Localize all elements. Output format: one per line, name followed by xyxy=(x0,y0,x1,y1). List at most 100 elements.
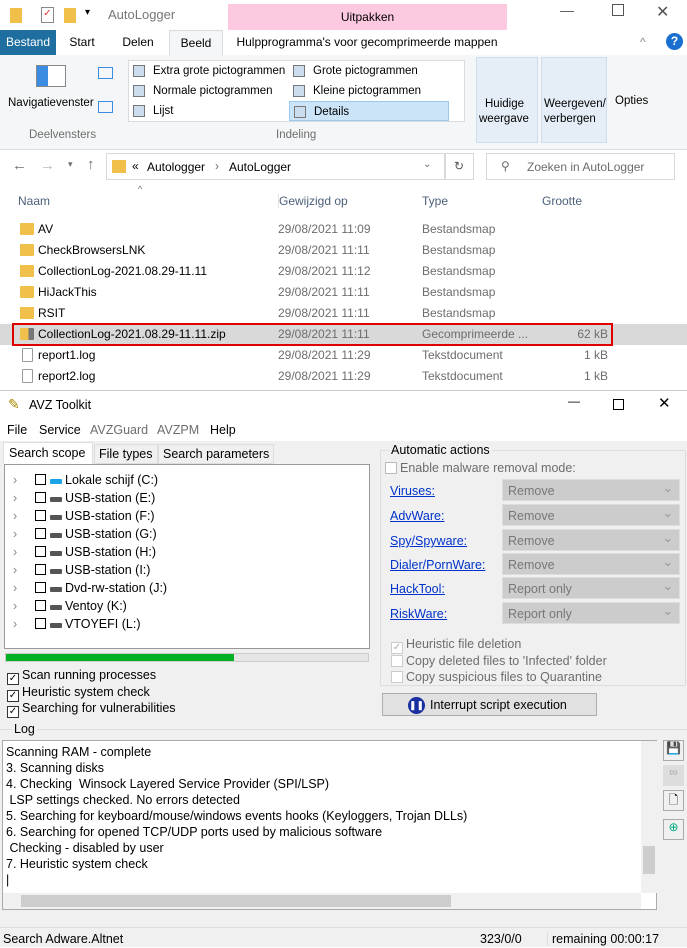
action-link[interactable]: HackTool: xyxy=(390,582,445,596)
action-option-checkbox[interactable]: Copy deleted files to 'Infected' folder xyxy=(391,654,607,671)
action-select[interactable]: Report only xyxy=(502,575,680,599)
drive-tree-item[interactable]: › USB-station (H:) xyxy=(5,543,369,561)
drive-tree-item[interactable]: › Ventoy (K:) xyxy=(5,597,369,615)
option-checkbox[interactable]: ✓ Scan running processes xyxy=(7,668,176,685)
column-gewijzigd[interactable]: Gewijzigd op xyxy=(278,194,348,208)
menu-file[interactable]: File xyxy=(7,423,27,437)
drive-tree-item[interactable]: › Dvd-rw-station (J:) xyxy=(5,579,369,597)
breadcrumb-autologger-parent[interactable]: Autologger xyxy=(147,160,205,174)
menu-help[interactable]: Help xyxy=(210,423,236,437)
action-select[interactable]: Remove xyxy=(502,551,680,575)
option-checkbox[interactable]: ✓ Heuristic system check xyxy=(7,685,176,702)
action-link[interactable]: Viruses: xyxy=(390,484,435,498)
breadcrumb-autologger[interactable]: AutoLogger xyxy=(229,160,291,174)
new-document-icon[interactable]: 🗋 xyxy=(663,790,684,811)
up-button[interactable]: ↑ xyxy=(87,156,95,173)
action-option-checkbox[interactable]: ✓ Heuristic file deletion xyxy=(391,637,607,654)
expand-chevron-icon[interactable]: › xyxy=(13,489,17,507)
tab-bestand[interactable]: Bestand xyxy=(0,30,56,55)
tab-search-parameters[interactable]: Search parameters xyxy=(158,444,275,464)
preview-pane-icon[interactable] xyxy=(98,67,113,79)
drive-tree-item[interactable]: › USB-station (I:) xyxy=(5,561,369,579)
log-vscrollbar[interactable] xyxy=(641,741,657,893)
new-folder-icon[interactable] xyxy=(64,8,76,23)
tab-hulpprogrammas[interactable]: Hulpprogramma's voor gecomprimeerde mapp… xyxy=(232,30,502,55)
address-bar[interactable]: « Autologger › AutoLogger ⌄ xyxy=(106,153,446,180)
details-pane-icon[interactable] xyxy=(98,101,113,113)
file-row[interactable]: HiJackThis 29/08/2021 11:11 Bestandsmap xyxy=(0,282,687,303)
drive-checkbox[interactable] xyxy=(35,546,46,557)
collapse-ribbon-icon[interactable]: ^ xyxy=(640,35,646,49)
close-button[interactable]: ✕ xyxy=(656,2,669,22)
expand-chevron-icon[interactable]: › xyxy=(13,597,17,615)
column-type[interactable]: Type xyxy=(422,194,448,208)
drive-checkbox[interactable] xyxy=(35,582,46,593)
menu-service[interactable]: Service xyxy=(39,423,81,437)
action-link[interactable]: AdvWare: xyxy=(390,509,444,523)
action-select[interactable]: Remove xyxy=(502,477,680,501)
minimize-button[interactable]: — xyxy=(560,2,574,18)
action-select[interactable]: Remove xyxy=(502,527,680,551)
expand-chevron-icon[interactable]: › xyxy=(13,579,17,597)
menu-avzguard[interactable]: AVZGuard xyxy=(90,423,148,437)
forward-button[interactable]: → xyxy=(40,157,55,174)
drive-checkbox[interactable] xyxy=(35,510,46,521)
drive-tree-item[interactable]: › USB-station (F:) xyxy=(5,507,369,525)
avz-minimize-button[interactable]: — xyxy=(568,394,580,408)
drive-tree-item[interactable]: › Lokale schijf (C:) xyxy=(5,471,369,489)
drive-checkbox[interactable] xyxy=(35,618,46,629)
expand-chevron-icon[interactable]: › xyxy=(13,471,17,489)
expand-chevron-icon[interactable]: › xyxy=(13,543,17,561)
option-checkbox[interactable]: ✓ Searching for vulnerabilities xyxy=(7,701,176,718)
search-input[interactable]: ⚲ Zoeken in AutoLogger xyxy=(486,153,675,180)
file-row[interactable]: AV 29/08/2021 11:09 Bestandsmap xyxy=(0,219,687,240)
back-button[interactable]: ← xyxy=(12,157,27,174)
layout-extra-large[interactable]: Extra grote pictogrammen xyxy=(129,61,285,81)
layout-details[interactable]: Details xyxy=(289,101,449,121)
drive-checkbox[interactable] xyxy=(35,528,46,539)
file-row[interactable]: CheckBrowsersLNK 29/08/2021 11:11 Bestan… xyxy=(0,240,687,261)
action-link[interactable]: RiskWare: xyxy=(390,607,447,621)
current-view-button[interactable]: Huidige weergave xyxy=(476,57,538,143)
file-row[interactable]: report1.log 29/08/2021 11:29 Tekstdocume… xyxy=(0,345,687,366)
avz-maximize-button[interactable] xyxy=(613,399,624,410)
recent-dropdown-icon[interactable]: ▾ xyxy=(68,159,73,170)
menu-avzpm[interactable]: AVZPM xyxy=(157,423,199,437)
expand-chevron-icon[interactable]: › xyxy=(13,615,17,633)
log-textarea[interactable]: Scanning RAM - complete 3. Scanning disks… xyxy=(2,740,657,910)
drive-tree-item[interactable]: › USB-station (E:) xyxy=(5,489,369,507)
layout-list[interactable]: Lijst xyxy=(129,101,173,121)
tab-file-types[interactable]: File types xyxy=(94,444,158,464)
glasses-icon[interactable]: ∞ xyxy=(663,765,684,786)
tab-search-scope[interactable]: Search scope xyxy=(3,442,93,464)
layout-large[interactable]: Grote pictogrammen xyxy=(289,61,418,81)
layout-small[interactable]: Kleine pictogrammen xyxy=(289,81,421,101)
expand-chevron-icon[interactable]: › xyxy=(13,507,17,525)
save-log-icon[interactable]: 💾 xyxy=(663,740,684,761)
action-select[interactable]: Remove xyxy=(502,502,680,526)
tab-delen[interactable]: Delen xyxy=(115,30,161,55)
overflow-chevron[interactable]: « xyxy=(132,159,139,173)
network-icon[interactable]: ⊕ xyxy=(663,819,684,840)
drive-checkbox[interactable] xyxy=(35,564,46,575)
file-row[interactable]: CollectionLog-2021.08.29-11.11.zip 29/08… xyxy=(0,323,687,346)
address-dropdown-icon[interactable]: ⌄ xyxy=(423,159,431,170)
drive-checkbox[interactable] xyxy=(35,474,46,485)
maximize-button[interactable] xyxy=(612,4,624,16)
tab-start[interactable]: Start xyxy=(62,30,102,55)
action-select[interactable]: Report only xyxy=(502,600,680,624)
enable-removal-checkbox[interactable]: Enable malware removal mode: xyxy=(385,461,576,475)
drive-tree-item[interactable]: › VTOYEFI (L:) xyxy=(5,615,369,633)
file-row[interactable]: report2.log 29/08/2021 11:29 Tekstdocume… xyxy=(0,366,687,387)
tab-beeld[interactable]: Beeld xyxy=(169,30,223,55)
interrupt-script-button[interactable]: ❚❚ Interrupt script execution xyxy=(382,693,597,716)
qat-dropdown-icon[interactable]: ▾ xyxy=(85,7,90,18)
nav-pane-button[interactable]: Navigatievenster xyxy=(8,97,94,109)
file-row[interactable]: CollectionLog-2021.08.29-11.11 29/08/202… xyxy=(0,261,687,282)
log-hscrollbar[interactable] xyxy=(3,893,641,909)
layout-normal[interactable]: Normale pictogrammen xyxy=(129,81,273,101)
avz-close-button[interactable]: ✕ xyxy=(658,394,671,412)
drive-checkbox[interactable] xyxy=(35,600,46,611)
drive-tree-item[interactable]: › USB-station (G:) xyxy=(5,525,369,543)
options-button[interactable]: Opties xyxy=(615,95,648,107)
